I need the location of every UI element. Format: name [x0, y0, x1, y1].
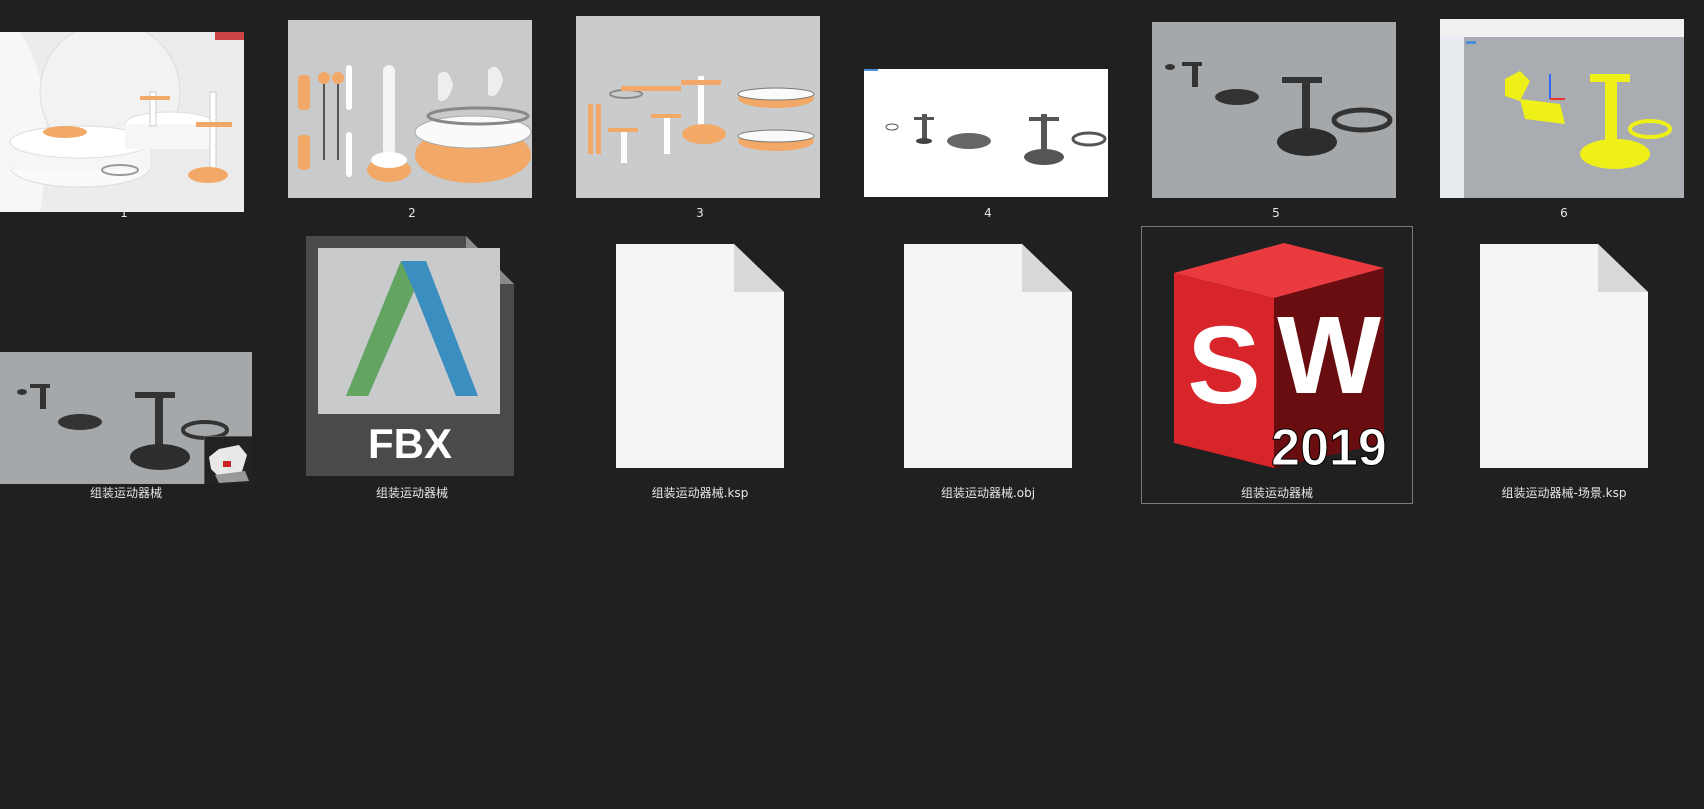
- file-tile-5[interactable]: 5: [1152, 14, 1400, 226]
- file-label: 4: [984, 206, 992, 220]
- file-tile-1[interactable]: 1: [0, 14, 248, 226]
- fbx-icon-text: FBX: [368, 420, 452, 467]
- file-tile-solidworks[interactable]: S W 2019 组装运动器械: [1141, 226, 1413, 504]
- file-label: 组装运动器械.obj: [940, 486, 1036, 500]
- file-label: 组装运动器械: [375, 486, 448, 500]
- file-tile-ksp[interactable]: 组装运动器械.ksp: [576, 226, 824, 502]
- thumbnail-render-2: [288, 20, 532, 198]
- file-tile-rhino-model[interactable]: 组装运动器械: [0, 226, 252, 502]
- file-tile-obj[interactable]: 组装运动器械.obj: [864, 226, 1112, 502]
- file-label: 组装运动器械: [89, 486, 162, 500]
- thumbnail-render-3: [576, 16, 820, 198]
- rhino-app-icon: [204, 436, 252, 484]
- file-tile-3[interactable]: 3: [576, 14, 824, 226]
- file-label: 1: [120, 206, 128, 220]
- file-tile-6[interactable]: 6: [1440, 14, 1688, 226]
- file-tile-scene-ksp[interactable]: 组装运动器械-场景.ksp: [1440, 226, 1688, 502]
- thumbnail-render-1: [0, 32, 244, 212]
- thumbnail-screenshot-6: [1440, 19, 1684, 198]
- file-label: 6: [1560, 206, 1568, 220]
- thumbnail-render-4: [864, 69, 1108, 197]
- solidworks-year: 2019: [1271, 419, 1387, 473]
- solidworks-icon: S W 2019: [1164, 243, 1394, 473]
- thumbnail-render-5: [1152, 22, 1396, 198]
- file-label: 组装运动器械.ksp: [651, 486, 749, 500]
- file-tile-fbx[interactable]: FBX 组装运动器械: [288, 226, 536, 502]
- file-tile-4[interactable]: 4: [864, 14, 1112, 226]
- file-label: 3: [696, 206, 704, 220]
- file-tile-2[interactable]: 2: [288, 14, 536, 226]
- file-label: 组装运动器械: [1240, 486, 1313, 500]
- blank-document-icon: [1480, 244, 1648, 468]
- blank-document-icon: [616, 244, 784, 468]
- file-label: 2: [408, 206, 416, 220]
- file-label: 组装运动器械-场景.ksp: [1501, 486, 1627, 500]
- fbx-file-icon: FBX: [306, 236, 514, 476]
- solidworks-letter-s: S: [1187, 304, 1260, 427]
- blank-document-icon: [904, 244, 1072, 468]
- solidworks-letter-w: W: [1277, 294, 1381, 417]
- thumbnail-render-model: [0, 352, 252, 484]
- file-label: 5: [1272, 206, 1280, 220]
